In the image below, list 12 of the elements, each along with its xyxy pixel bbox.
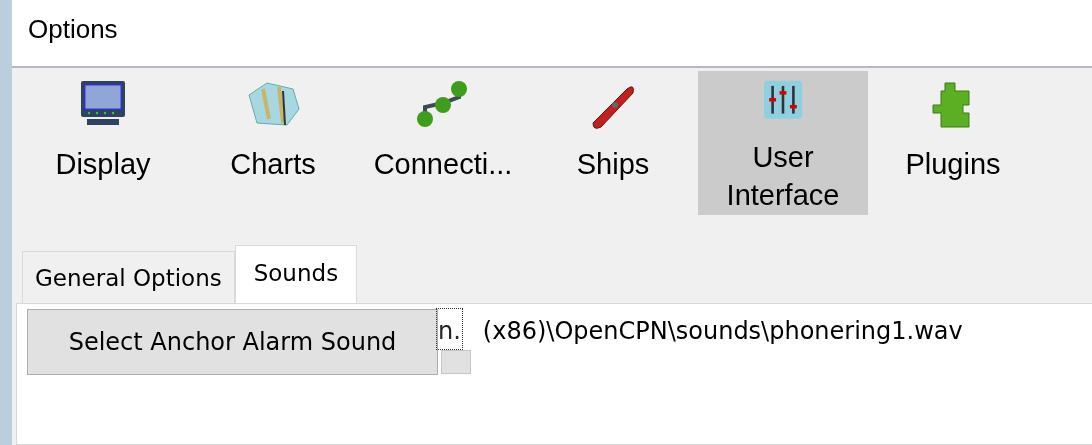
tab[interactable]: General Options (22, 251, 235, 303)
toolbar-item[interactable]: User Interface (698, 71, 868, 215)
toolbar-item[interactable]: Ships (528, 71, 698, 215)
tab[interactable]: Sounds (234, 245, 358, 303)
toolbar-item[interactable]: Display (18, 71, 188, 215)
window-title: Options (27, 13, 119, 46)
sound-file-path: (x86)\OpenCPN\sounds\phonering1.wav (482, 316, 963, 347)
toolbar-item[interactable]: Connecti... (358, 71, 528, 215)
toolbar-item[interactable]: Charts (188, 71, 358, 215)
browse-button[interactable] (440, 350, 471, 374)
toolbar-item[interactable]: Plugins (868, 71, 1038, 215)
select-sound-button[interactable]: Select Anchor Alarm Sound (27, 309, 438, 375)
